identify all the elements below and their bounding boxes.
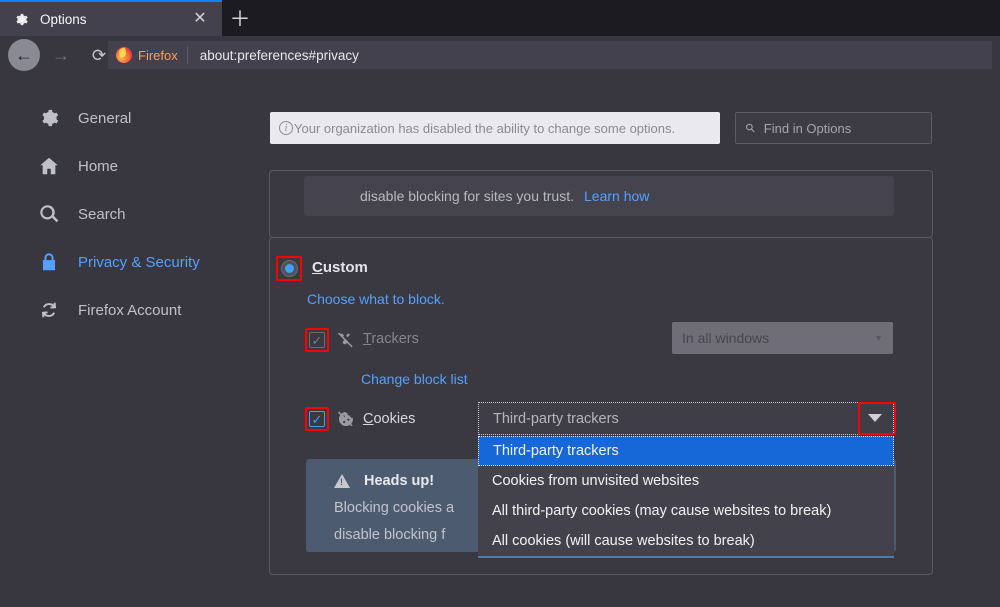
chevron-down-icon: ▼ [874, 333, 883, 343]
sidebar-item-home[interactable]: Home [36, 144, 246, 188]
sidebar-item-label: Search [78, 205, 126, 223]
sidebar-item-label: Privacy & Security [78, 253, 200, 271]
cookies-label: Cookies [363, 411, 416, 427]
sidebar-item-label: Firefox Account [78, 301, 182, 319]
plus-icon[interactable]: ＋ [224, 4, 256, 34]
dropdown-option-all-cookies[interactable]: All cookies (will cause websites to brea… [478, 526, 894, 556]
options-sidebar: General Home Search Privacy & Security F… [36, 96, 246, 336]
standard-description-text: disable blocking for sites you trust. [360, 188, 574, 204]
policy-notification-text: Your organization has disabled the abili… [294, 120, 676, 136]
chevron-down-icon[interactable] [868, 414, 882, 422]
dropdown-option-unvisited-websites[interactable]: Cookies from unvisited websites [478, 466, 894, 496]
cookies-checkbox[interactable]: ✓ [309, 411, 325, 427]
trackers-scope-select: In all windows ▼ [672, 322, 893, 354]
home-icon [36, 155, 62, 177]
identity-label: Firefox [138, 47, 178, 63]
firefox-options-window: Options ✕ ＋ ← → ⟳ Firefox about:preferen… [0, 0, 1000, 607]
choose-what-to-block-text: Choose what to block. [307, 291, 445, 307]
url-bar[interactable]: Firefox about:preferences#privacy [108, 41, 992, 69]
url-text: about:preferences#privacy [199, 47, 359, 63]
identity-box[interactable]: Firefox [108, 41, 187, 69]
search-icon: ⚲ [742, 119, 759, 137]
gear-icon [12, 10, 30, 28]
custom-radio-label: Custom [312, 259, 368, 276]
cookies-type-select[interactable]: Third-party trackers [478, 402, 894, 435]
tracking-protection-standard-panel: disable blocking for sites you trust. Le… [269, 170, 933, 238]
info-icon: i [279, 121, 293, 135]
sidebar-item-firefox-account[interactable]: Firefox Account [36, 288, 246, 332]
sync-icon [36, 299, 62, 321]
warning-icon [334, 474, 350, 488]
cookies-type-value: Third-party trackers [493, 410, 619, 427]
cookie-blocked-icon [336, 409, 356, 434]
find-in-options-input[interactable]: ⚲ Find in Options [735, 112, 932, 144]
learn-how-link[interactable]: Learn how [584, 188, 649, 204]
policy-notification-bar: i Your organization has disabled the abi… [270, 112, 720, 144]
tracker-blocked-icon [336, 330, 356, 355]
sidebar-item-search[interactable]: Search [36, 192, 246, 236]
search-icon [36, 203, 62, 225]
standard-description-card: disable blocking for sites you trust. Le… [304, 176, 894, 216]
heads-up-title: Heads up! [364, 473, 435, 489]
firefox-logo-icon [116, 47, 132, 63]
cookies-type-dropdown-list: Third-party trackers Cookies from unvisi… [478, 436, 894, 558]
tab-title: Options [40, 11, 87, 27]
tab-options[interactable]: Options ✕ [0, 2, 222, 36]
sidebar-item-privacy-security[interactable]: Privacy & Security [36, 240, 246, 284]
gear-icon [36, 107, 62, 129]
find-in-options-placeholder: Find in Options [763, 120, 852, 136]
trackers-scope-value: In all windows [682, 330, 770, 346]
close-icon[interactable]: ✕ [186, 5, 214, 33]
lock-icon [36, 251, 62, 273]
trackers-checkbox[interactable]: ✓ [309, 332, 325, 348]
trackers-label: Trackers [363, 331, 419, 347]
sidebar-item-label: General [78, 109, 132, 127]
change-block-list-link[interactable]: Change block list [361, 371, 468, 387]
custom-radio[interactable] [281, 260, 298, 277]
arrow-right-icon[interactable]: → [44, 38, 78, 72]
dropdown-option-all-third-party[interactable]: All third-party cookies (may cause websi… [478, 496, 894, 526]
arrow-left-icon[interactable]: ← [8, 39, 40, 71]
sidebar-item-general[interactable]: General [36, 96, 246, 140]
dropdown-option-third-party-trackers[interactable]: Third-party trackers [478, 436, 894, 466]
identity-separator [186, 46, 188, 64]
sidebar-item-label: Home [78, 157, 119, 175]
tab-strip: Options ✕ ＋ [0, 0, 1000, 36]
